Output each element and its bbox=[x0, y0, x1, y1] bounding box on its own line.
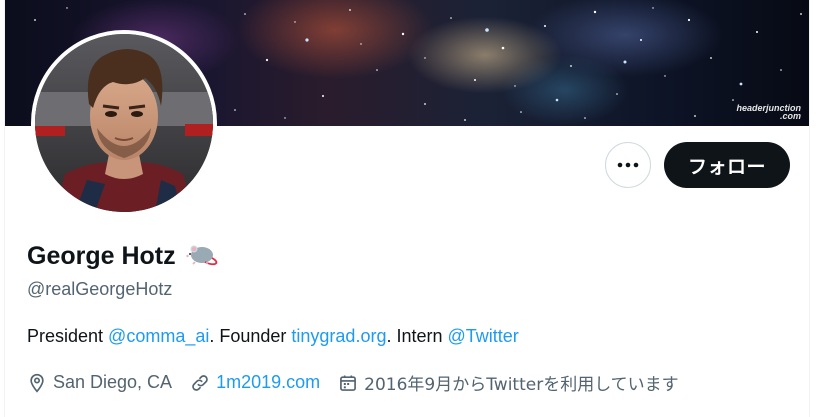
mention-link-twitter[interactable]: @Twitter bbox=[448, 326, 519, 346]
more-options-button[interactable] bbox=[605, 142, 651, 188]
bio: President @comma_ai. Founder tinygrad.or… bbox=[27, 326, 519, 347]
location-pin-icon bbox=[30, 373, 44, 393]
mention-link-comma-ai[interactable]: @comma_ai bbox=[108, 326, 209, 346]
bio-text: . Intern bbox=[386, 326, 448, 346]
display-name-text: George Hotz bbox=[27, 242, 176, 270]
profile-meta: San Diego, CA 1m2019.com 2016年9月からTwitte… bbox=[27, 370, 697, 395]
more-dots-icon bbox=[617, 162, 639, 168]
join-date: 2016年9月からTwitterを利用しています bbox=[338, 370, 679, 395]
bio-text: President bbox=[27, 326, 109, 346]
calendar-icon bbox=[340, 375, 357, 391]
profile-page: headerjunction .com フォロー George Hotz @re… bbox=[4, 0, 810, 417]
join-date-text: 2016年9月からTwitterを利用しています bbox=[364, 375, 679, 395]
location-text: San Diego, CA bbox=[53, 372, 173, 392]
url-link-tinygrad[interactable]: tinygrad.org bbox=[291, 326, 386, 346]
avatar[interactable] bbox=[31, 30, 217, 216]
rat-icon bbox=[185, 240, 221, 273]
user-handle: @realGeorgeHotz bbox=[27, 279, 173, 299]
display-name: George Hotz bbox=[27, 240, 221, 273]
website-link[interactable]: 1m2019.com bbox=[216, 372, 320, 393]
website: 1m2019.com bbox=[190, 372, 320, 393]
follow-button[interactable]: フォロー bbox=[664, 142, 790, 188]
bio-text: . Founder bbox=[209, 326, 292, 346]
banner-watermark: headerjunction .com bbox=[736, 103, 801, 121]
avatar-portrait bbox=[35, 34, 213, 212]
location: San Diego, CA bbox=[27, 372, 172, 393]
link-icon bbox=[192, 374, 208, 391]
